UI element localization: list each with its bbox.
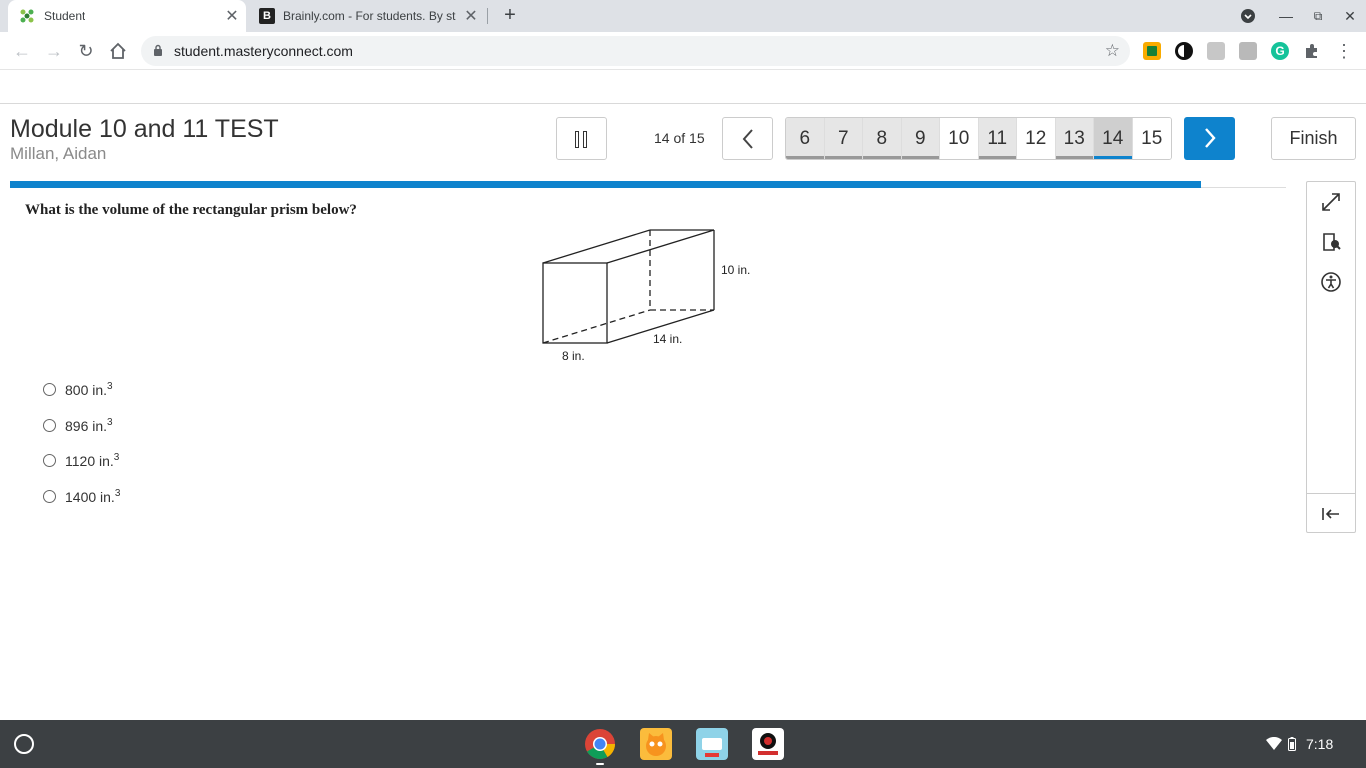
question-text: What is the volume of the rectangular pr… xyxy=(25,202,357,218)
tool-panel-divider xyxy=(1307,493,1355,494)
tab-search-icon[interactable] xyxy=(1237,5,1259,27)
google-classroom-extension-icon[interactable] xyxy=(1143,42,1161,60)
classroom-app-icon[interactable] xyxy=(696,728,728,760)
prism-drawing xyxy=(542,229,715,344)
collapse-panel-icon[interactable] xyxy=(1319,502,1343,526)
rectangular-prism-figure: 10 in. 14 in. 8 in. xyxy=(530,222,770,367)
progress-bar-fill xyxy=(10,181,1201,188)
next-question-button[interactable] xyxy=(1184,117,1235,160)
finish-button[interactable]: Finish xyxy=(1271,117,1356,160)
radio-button[interactable] xyxy=(43,382,56,396)
battery-icon xyxy=(1288,737,1296,751)
browser-menu-icon[interactable]: ⋮ xyxy=(1332,39,1356,63)
extensions-puzzle-icon[interactable] xyxy=(1303,42,1321,60)
address-bar[interactable]: student.masteryconnect.com ☆ xyxy=(141,36,1130,66)
answer-option[interactable]: 800 in.3 xyxy=(43,379,113,399)
chevron-right-icon xyxy=(1204,128,1216,148)
answer-option[interactable]: 1400 in.3 xyxy=(43,486,120,506)
back-button[interactable]: ← xyxy=(10,39,34,63)
brainly-favicon-icon: B xyxy=(259,8,275,24)
dark-mode-extension-icon[interactable] xyxy=(1175,42,1193,60)
question-number-13[interactable]: 13 xyxy=(1055,118,1094,159)
answer-option[interactable]: 1120 in.3 xyxy=(43,450,119,470)
tab-brainly[interactable]: B Brainly.com - For students. By st ✕ xyxy=(250,0,488,32)
bookmark-star-icon[interactable]: ☆ xyxy=(1105,41,1120,61)
width-label: 8 in. xyxy=(562,349,585,363)
accessibility-icon[interactable] xyxy=(1319,270,1343,294)
question-number-9[interactable]: 9 xyxy=(901,118,940,159)
chevron-left-icon xyxy=(742,129,753,149)
scratch-cat-app-icon[interactable] xyxy=(640,728,672,760)
header-divider xyxy=(0,103,1366,104)
video-app-icon[interactable] xyxy=(752,728,784,760)
wifi-icon xyxy=(1266,737,1282,750)
option-label: 1120 in.3 xyxy=(65,451,120,469)
os-shelf: 7:18 xyxy=(0,720,1366,768)
radio-button[interactable] xyxy=(43,453,56,467)
question-number-12[interactable]: 12 xyxy=(1017,118,1056,159)
masteryconnect-favicon-icon xyxy=(20,9,34,23)
tab-title: Student xyxy=(44,9,86,23)
minimize-button[interactable]: — xyxy=(1275,5,1297,27)
question-number-8[interactable]: 8 xyxy=(863,118,902,159)
close-tab-icon[interactable]: ✕ xyxy=(223,6,241,26)
student-name: Millan, Aidan xyxy=(10,144,107,163)
tab-student[interactable]: Student ✕ xyxy=(8,0,246,32)
pause-button[interactable] xyxy=(556,117,607,160)
question-number-15[interactable]: 15 xyxy=(1132,118,1171,159)
url-text: student.masteryconnect.com xyxy=(174,43,353,59)
clock-text: 7:18 xyxy=(1306,736,1334,752)
home-icon xyxy=(110,42,126,59)
lock-icon xyxy=(154,44,162,56)
status-tray[interactable]: 7:18 xyxy=(1266,732,1333,756)
close-tab-icon[interactable]: ✕ xyxy=(462,6,480,26)
question-number-6[interactable]: 6 xyxy=(786,118,825,159)
new-tab-button[interactable]: + xyxy=(498,4,522,28)
screen-capture-extension-icon[interactable] xyxy=(1207,42,1225,60)
test-title: Module 10 and 11 TEST xyxy=(10,115,279,143)
length-label: 14 in. xyxy=(653,332,683,346)
launcher-icon[interactable] xyxy=(14,734,34,754)
reload-button[interactable]: ↻ xyxy=(74,39,98,63)
option-label: 800 in.3 xyxy=(65,380,113,398)
copy-extension-icon[interactable] xyxy=(1239,42,1257,60)
previous-question-button[interactable] xyxy=(722,117,773,160)
radio-button[interactable] xyxy=(43,489,56,503)
pause-icon xyxy=(575,131,579,148)
reference-sheet-icon[interactable] xyxy=(1319,230,1343,254)
question-number-7[interactable]: 7 xyxy=(824,118,863,159)
height-label: 10 in. xyxy=(721,263,751,277)
question-progress-text: 14 of 15 xyxy=(654,130,705,146)
question-number-14[interactable]: 14 xyxy=(1094,118,1133,159)
question-number-10[interactable]: 10 xyxy=(940,118,979,159)
close-window-button[interactable]: ✕ xyxy=(1339,5,1361,27)
question-number-11[interactable]: 11 xyxy=(978,118,1017,159)
chrome-app-icon[interactable] xyxy=(584,728,616,765)
tab-divider xyxy=(487,8,488,24)
restore-button[interactable]: ⧉ xyxy=(1307,5,1329,27)
pause-icon xyxy=(583,131,587,148)
browser-toolbar: ← → ↻ student.masteryconnect.com ☆ G ⋮ xyxy=(0,32,1366,70)
home-button[interactable] xyxy=(106,39,130,63)
forward-button[interactable]: → xyxy=(42,39,66,63)
answer-option[interactable]: 896 in.3 xyxy=(43,415,113,435)
grammarly-extension-icon[interactable]: G xyxy=(1271,42,1289,60)
browser-tab-strip: Student ✕ B Brainly.com - For students. … xyxy=(0,0,1366,32)
question-navigator: 6 7 8 9 10 11 12 13 14 15 xyxy=(785,117,1172,160)
active-app-indicator xyxy=(596,763,604,765)
tool-panel xyxy=(1306,181,1356,533)
expand-icon[interactable] xyxy=(1319,190,1343,214)
tab-title: Brainly.com - For students. By st xyxy=(283,9,456,23)
radio-button[interactable] xyxy=(43,418,56,432)
option-label: 1400 in.3 xyxy=(65,487,121,505)
option-label: 896 in.3 xyxy=(65,416,113,434)
